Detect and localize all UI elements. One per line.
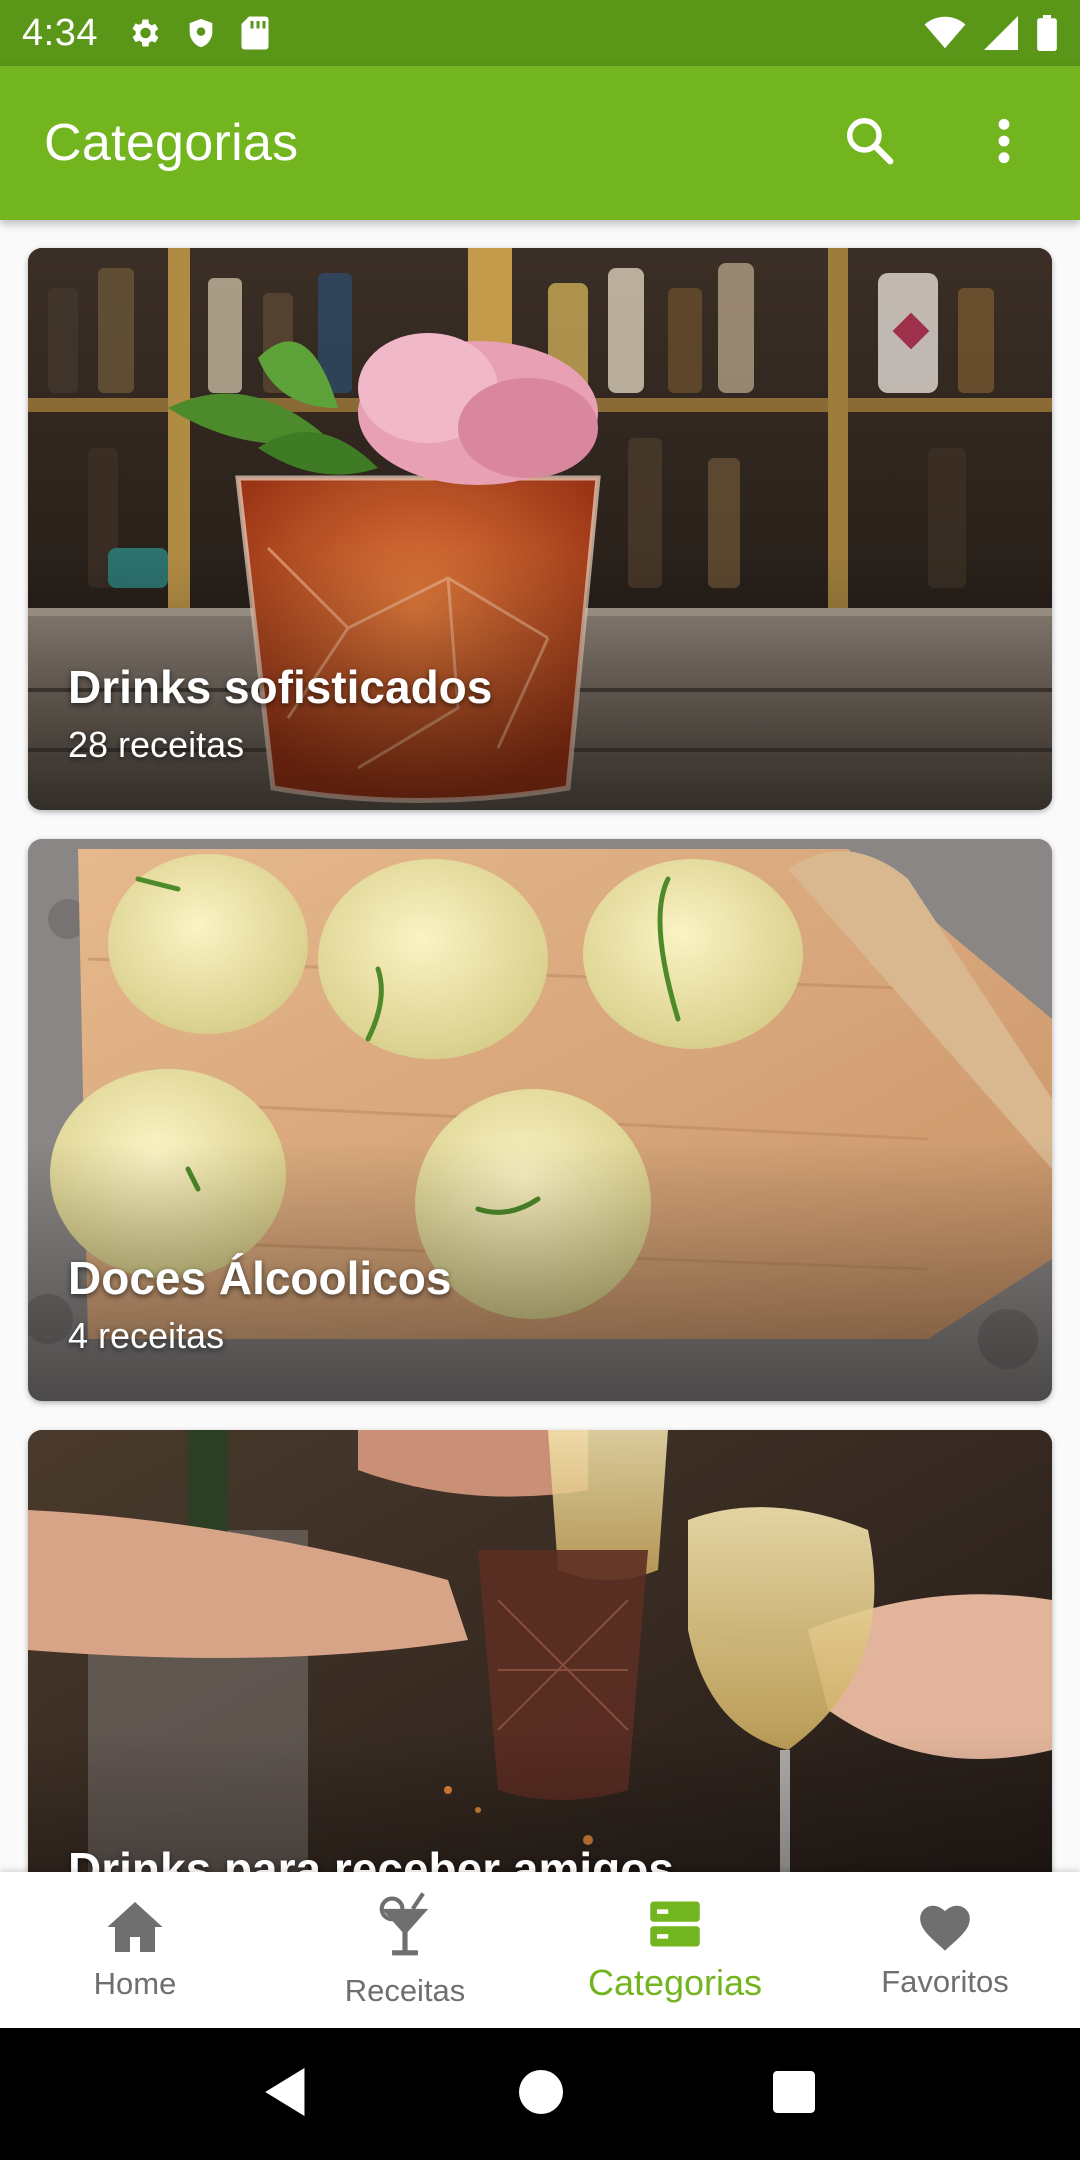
app-bar-actions bbox=[838, 111, 1036, 175]
recents-icon[interactable] bbox=[773, 2070, 815, 2118]
signal-icon bbox=[984, 16, 1018, 50]
nav-item-categorias[interactable]: Categorias bbox=[540, 1872, 810, 2028]
category-card-doces-alcoolicos[interactable]: Doces Álcoolicos 4 receitas bbox=[28, 839, 1052, 1401]
nav-label: Receitas bbox=[344, 1972, 466, 2008]
back-icon[interactable] bbox=[265, 2067, 309, 2121]
category-list: Drinks sofisticados 28 receitas Doces Ál… bbox=[0, 220, 1080, 1872]
nav-item-receitas[interactable]: Receitas bbox=[270, 1872, 540, 2028]
gear-icon bbox=[126, 15, 162, 51]
app-bar: Categorias bbox=[0, 66, 1080, 220]
nav-label: Home bbox=[93, 1965, 177, 2001]
category-title: Doces Álcoolicos bbox=[68, 1252, 452, 1304]
battery-icon bbox=[1036, 15, 1058, 51]
status-right-icons bbox=[924, 15, 1058, 51]
more-options-button[interactable] bbox=[972, 111, 1036, 175]
status-left-icons bbox=[126, 15, 270, 51]
home-circle-icon[interactable] bbox=[519, 2069, 563, 2119]
bottom-navigation: Home Receitas Categorias Favoritos bbox=[0, 1872, 1080, 2028]
shield-icon bbox=[184, 15, 218, 51]
system-navigation-bar bbox=[0, 2028, 1080, 2160]
nav-label: Favoritos bbox=[881, 1963, 1009, 1999]
status-time: 4:34 bbox=[22, 11, 98, 54]
search-button[interactable] bbox=[838, 111, 902, 175]
search-icon bbox=[843, 114, 897, 173]
screen: 4:34 Categorias Drinks sofisticados 28 r… bbox=[0, 0, 1080, 2160]
category-card-drinks-sofisticados[interactable]: Drinks sofisticados 28 receitas bbox=[28, 248, 1052, 810]
nav-label: Categorias bbox=[587, 1961, 763, 2003]
status-bar: 4:34 bbox=[0, 0, 1080, 66]
category-card-drinks-para-receber-amigos[interactable]: Drinks para receber amigos bbox=[28, 1430, 1052, 1872]
category-count: 28 receitas bbox=[68, 724, 245, 765]
page-title: Categorias bbox=[44, 114, 299, 172]
nav-item-home[interactable]: Home bbox=[0, 1872, 270, 2028]
wifi-icon bbox=[924, 16, 966, 50]
category-title: Drinks sofisticados bbox=[68, 661, 493, 713]
more-vert-icon bbox=[994, 116, 1014, 171]
category-title: Drinks para receber amigos bbox=[68, 1843, 674, 1872]
nav-item-favoritos[interactable]: Favoritos bbox=[810, 1872, 1080, 2028]
sd-card-icon bbox=[240, 15, 270, 51]
category-count: 4 receitas bbox=[68, 1315, 225, 1356]
categories-icon bbox=[648, 1897, 702, 1956]
cocktail-icon bbox=[374, 1891, 436, 1967]
home-icon bbox=[105, 1899, 165, 1960]
heart-icon bbox=[916, 1901, 974, 1958]
